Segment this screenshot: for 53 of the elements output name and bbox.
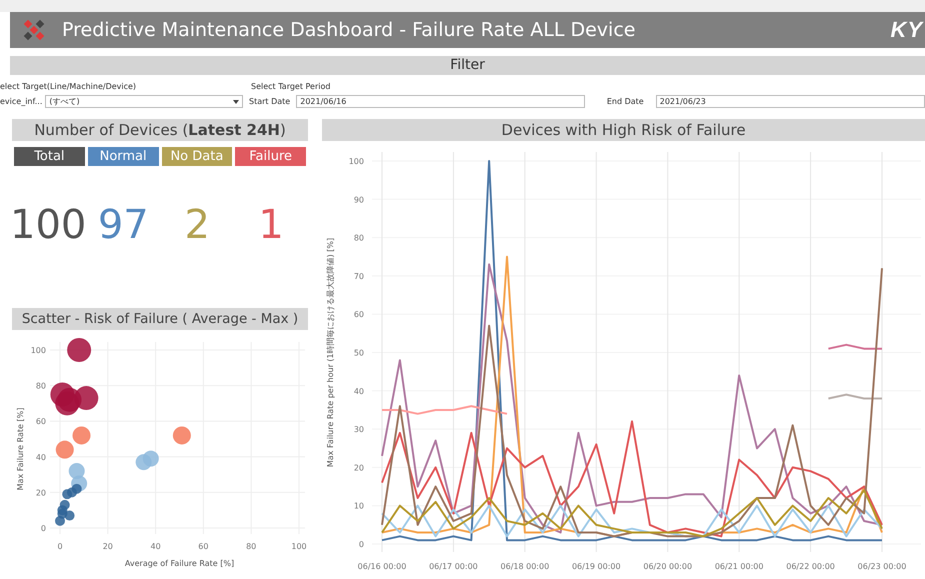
axis-tick-label: 80 <box>246 542 256 551</box>
field-label: End Date <box>606 97 644 106</box>
axis-tick-label: 06/21 00:00 <box>714 562 764 571</box>
status-label: Failure <box>235 147 306 166</box>
device-count: 97 <box>98 202 149 248</box>
axis-tick-label: 100 <box>30 346 46 355</box>
axis-title: Max Failure Rate [%] <box>16 408 25 490</box>
panel-title: Scatter - Risk of Failure ( Average - Max ) <box>12 308 308 330</box>
axis-tick-label: 0 <box>358 540 364 549</box>
axis-tick-label: 20 <box>102 542 113 551</box>
axis-tick-label: 06/19 00:00 <box>572 562 621 571</box>
axis-tick-label: 80 <box>354 234 364 243</box>
axis-tick-label: 60 <box>354 310 364 320</box>
axis-tick-label: 40 <box>36 452 46 462</box>
axis-tick-label: 100 <box>291 542 307 551</box>
field-label: Start Date <box>249 97 290 106</box>
filter-label: elect Target(Line/Machine/Device) <box>0 82 138 91</box>
axis-tick-label: 0 <box>40 524 46 533</box>
panel-title: Number of Devices (Latest 24H) <box>12 119 308 141</box>
axis-tick-label: 0 <box>57 542 63 551</box>
axis-tick-label: 20 <box>36 488 46 498</box>
device-count: 1 <box>258 202 284 248</box>
axis-title: Max Failure Rate per hour (1時間毎における最大故障値) [%] <box>326 238 335 468</box>
axis-tick-label: 60 <box>36 417 46 426</box>
device-count: 2 <box>184 202 210 248</box>
axis-tick-label: 06/18 00:00 <box>500 562 550 571</box>
status-label: Normal <box>88 147 158 166</box>
axis-tick-label: 70 <box>354 272 364 281</box>
axis-tick-label: 60 <box>198 542 208 551</box>
axis-tick-label: 10 <box>354 502 364 511</box>
status-label: Total <box>14 147 85 166</box>
axis-tick-label: 50 <box>354 348 364 358</box>
axis-tick-label: 40 <box>354 386 364 396</box>
axis-tick-label: 06/20 00:00 <box>643 562 692 571</box>
filter-label: Select Target Period <box>251 82 330 91</box>
axis-tick-label: 90 <box>354 195 364 204</box>
axis-tick-label: 40 <box>150 542 161 551</box>
brand-logo: KY <box>890 17 924 43</box>
status-label: No Data <box>162 147 232 166</box>
axis-tick-label: 30 <box>354 425 364 434</box>
filter-label: evice_inf... <box>0 97 42 106</box>
axis-tick-label: 06/23 00:00 <box>858 562 906 571</box>
device-count: 100 <box>10 202 86 248</box>
panel-title: Devices with High Risk of Failure <box>322 119 925 141</box>
axis-tick-label: 06/17 00:00 <box>429 562 478 571</box>
axis-tick-label: 100 <box>348 157 364 166</box>
dashboard-title: Predictive Maintenance Dashboard - Failure Rate ALL Device <box>62 19 636 41</box>
axis-tick-label: 20 <box>354 463 364 472</box>
filter-header: Filter <box>10 56 925 75</box>
axis-tick-label: 06/22 00:00 <box>786 562 835 571</box>
axis-tick-label: 80 <box>36 382 46 391</box>
axis-title: Average of Failure Rate [%] <box>124 559 234 568</box>
axis-tick-label: 06/16 00:00 <box>358 562 406 571</box>
